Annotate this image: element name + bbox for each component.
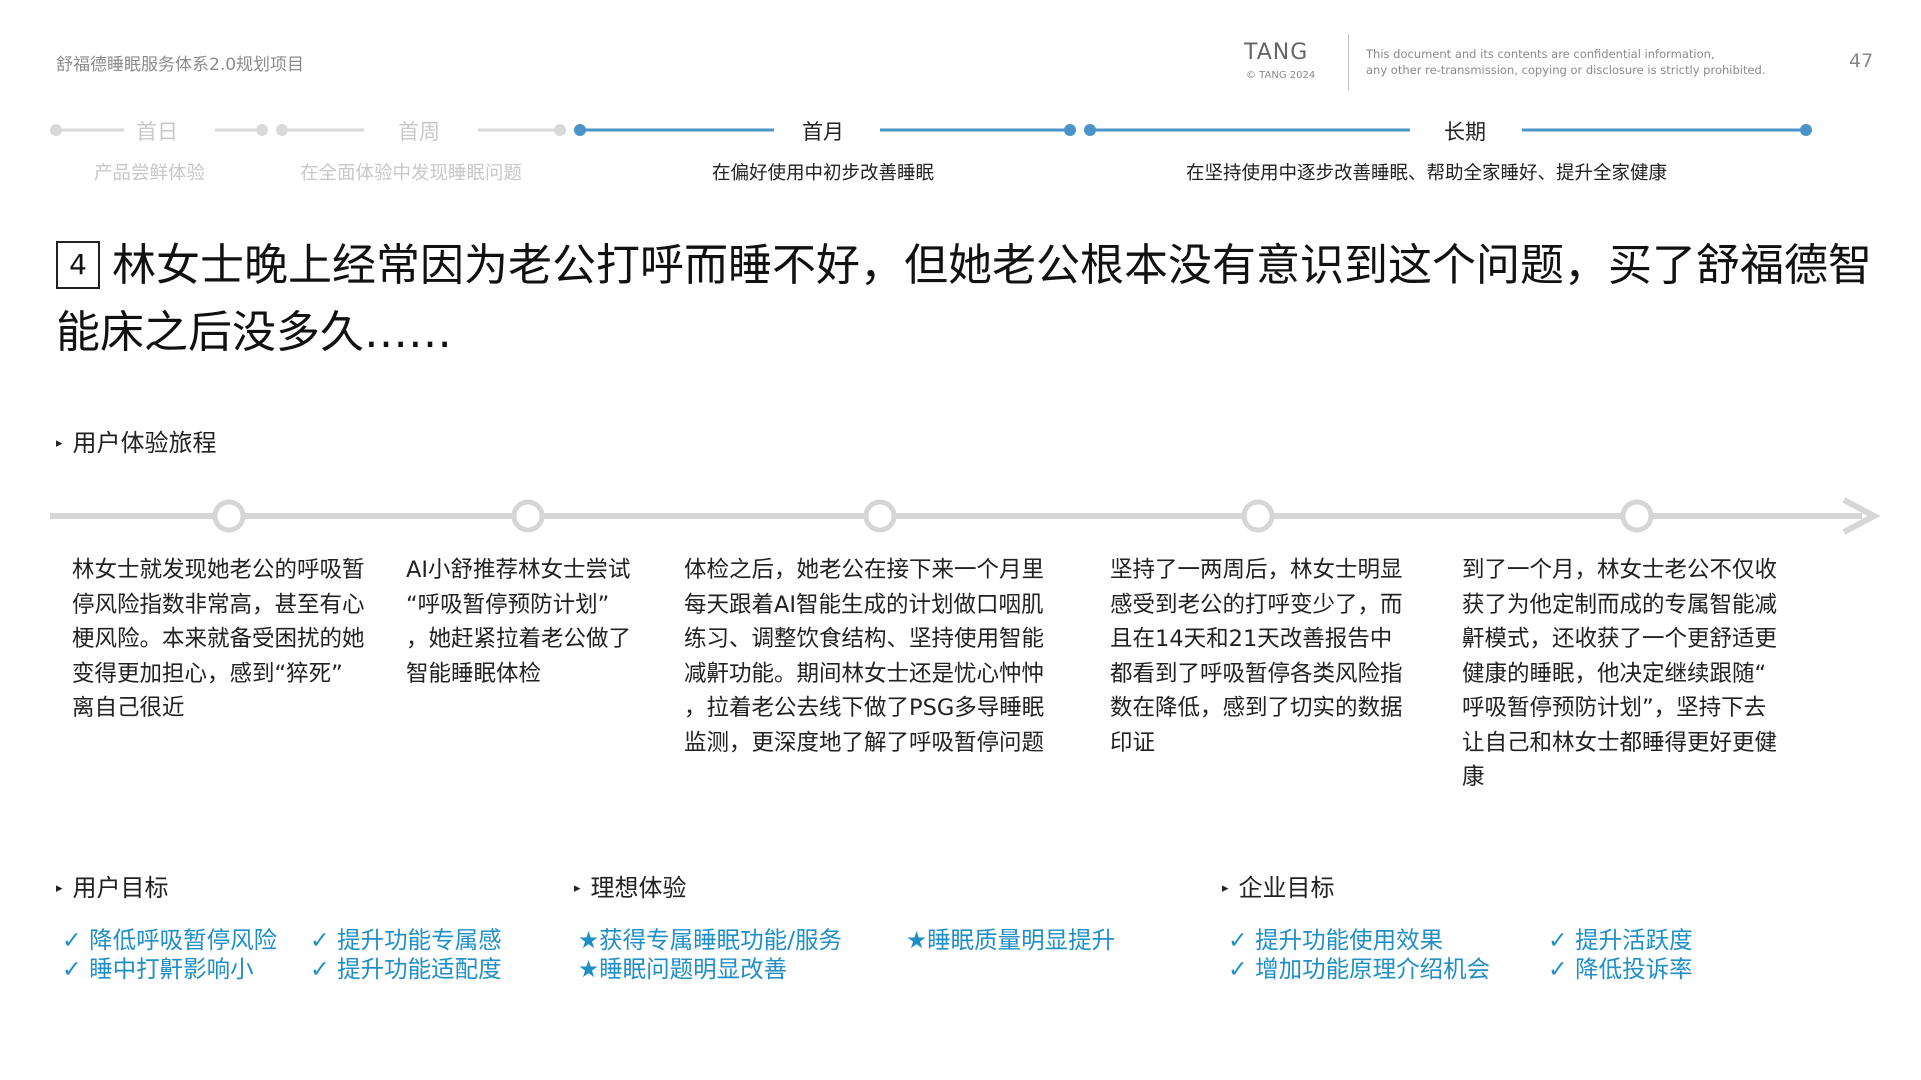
bullet-triangle-icon: ▸ [574,881,581,896]
confidential-line-2: any other re-transmission, copying or di… [1366,63,1766,77]
user-goal-item: ✓ 降低呼吸暂停风险 [62,926,278,954]
phase-progress-bar [50,124,1812,136]
journey-step-5: 到了一个月，林女士老公不仅收 获了为他定制而成的专属智能减 鼾模式，还收获了一个… [1462,553,1777,795]
user-goal-item: ✓ 睡中打鼾影响小 [62,955,254,983]
journey-step-line: 每天跟着AI智能生成的计划做口咽肌 [684,591,1044,618]
phase-label-first-day: 首日 [136,120,178,144]
journey-step-line: 且在14天和21天改善报告中 [1110,626,1393,652]
journey-step-line: 到了一个月，林女士老公不仅收 [1462,557,1778,583]
journey-step-line: “呼吸暂停预防计划” [406,591,610,618]
journey-step-1: 林女士就发现她老公的呼吸暂 停风险指数非常高，甚至有心 梗风险。本来就备受困扰的… [72,553,365,726]
journey-timeline [50,497,1881,535]
confidential-notice: This document and its contents are confi… [1366,46,1766,78]
timeline-node [1241,499,1275,533]
phase-node [50,124,62,136]
phase-node [256,124,268,136]
user-goals-title: ▸ 用户目标 [56,868,169,903]
phase-node [1800,124,1812,136]
journey-step-line: 感受到老公的打呼变少了，而 [1110,591,1403,618]
timeline-node [212,499,246,533]
journey-step-line: ，拉着老公去线下做了PSG多导睡眠 [684,695,1045,721]
journey-section-title: ▸ 用户体验旅程 [56,423,217,458]
timeline-node [511,499,545,533]
user-goal-item: ✓ 提升功能专属感 [310,926,502,954]
journey-step-line: 健康的睡眠，他决定继续跟随“ [1462,660,1767,687]
journey-title-text: 用户体验旅程 [72,429,217,457]
journey-step-line: 停风险指数非常高，甚至有心 [72,591,365,618]
journey-step-line: 练习、调整饮食结构、坚持使用智能 [684,626,1045,652]
journey-step-line: 梗风险。本来就备受困扰的她 [72,626,365,652]
journey-step-line: 康 [1462,764,1485,790]
ideal-experience-title: ▸ 理想体验 [574,868,687,903]
journey-step-line: 减鼾功能。期间林女士还是忧心忡忡 [684,660,1045,687]
enterprise-goal-item: ✓ 提升功能使用效果 [1228,926,1444,954]
journey-step-2: AI小舒推荐林女士尝试 “呼吸暂停预防计划” ，她赶紧拉着老公做了 智能睡眠体检 [406,553,631,691]
phase-label-long-term: 长期 [1444,120,1486,144]
header-divider [1348,34,1349,90]
bullet-triangle-icon: ▸ [56,436,63,451]
journey-step-line: 印证 [1110,729,1156,756]
brand-logo: TANG [1244,40,1309,65]
scenario-title: 林女士晚上经常因为老公打呼而睡不好，但她老公根本没有意识到这个问题，买了舒福德智… [56,240,1872,358]
page-number: 47 [1849,50,1874,72]
journey-step-line: AI小舒推荐林女士尝试 [406,557,631,583]
journey-step-line: 监测，更深度地了解了呼吸暂停问题 [684,729,1045,756]
project-title: 舒福德睡眠服务体系2.0规划项目 [56,55,305,75]
phase-sub-first-month: 在偏好使用中初步改善睡眠 [712,163,935,184]
journey-step-line: 鼾模式，还收获了一个更舒适更 [1462,626,1778,652]
scenario-heading: 4 林女士晚上经常因为老公打呼而睡不好，但她老公根本没有意识到这个问题，买了舒福德… [56,232,1886,366]
enterprise-goal-item: ✓ 增加功能原理介绍机会 [1228,955,1491,983]
phase-node [276,124,288,136]
phase-node [1084,124,1096,136]
journey-step-line: 离自己很近 [72,695,185,721]
ideal-experience-item: ★获得专属睡眠功能/服务 [578,926,842,954]
enterprise-goals-title: ▸ 企业目标 [1222,868,1335,903]
scenario-number-badge: 4 [56,241,100,289]
journey-step-line: 变得更加担心，感到“猝死” [72,660,343,687]
enterprise-goal-item: ✓ 降低投诉率 [1548,955,1693,983]
phase-node [554,124,566,136]
ideal-experience-item: ★睡眠质量明显提升 [906,926,1116,954]
journey-step-3: 体检之后，她老公在接下来一个月里 每天跟着AI智能生成的计划做口咽肌 练习、调整… [684,553,1044,760]
journey-step-line: 数在降低，感到了切实的数据 [1110,695,1403,721]
timeline-node [1620,499,1654,533]
ideal-experience-item: ★睡眠问题明显改善 [578,955,788,983]
journey-step-4: 坚持了一两周后，林女士明显 感受到老公的打呼变少了，而 且在14天和21天改善报… [1110,553,1403,760]
phase-sub-first-week: 在全面体验中发现睡眠问题 [300,163,523,184]
journey-step-line: 体检之后，她老公在接下来一个月里 [684,557,1045,583]
bullet-triangle-icon: ▸ [1222,881,1229,896]
journey-step-line: 坚持了一两周后，林女士明显 [1110,557,1403,583]
user-goals-title-text: 用户目标 [72,874,169,902]
journey-step-line: 智能睡眠体检 [406,660,542,687]
journey-step-line: 获了为他定制而成的专属智能减 [1462,591,1778,618]
bullet-triangle-icon: ▸ [56,881,63,896]
phase-sub-long-term: 在坚持使用中逐步改善睡眠、帮助全家睡好、提升全家健康 [1186,163,1668,184]
ideal-experience-title-text: 理想体验 [590,874,687,902]
timeline-node [863,499,897,533]
phase-node [574,124,586,136]
journey-step-line: ，她赶紧拉着老公做了 [406,626,632,652]
phase-label-first-month: 首月 [802,120,844,144]
enterprise-goals-title-text: 企业目标 [1238,874,1335,902]
journey-step-line: 林女士就发现她老公的呼吸暂 [72,557,365,583]
journey-step-line: 呼吸暂停预防计划”，坚持下去 [1462,695,1767,721]
phase-label-first-week: 首周 [398,120,440,144]
journey-step-line: 让自己和林女士都睡得更好更健 [1462,729,1778,756]
brand-copyright: © TANG 2024 [1246,70,1316,81]
enterprise-goal-item: ✓ 提升活跃度 [1548,926,1693,954]
confidential-line-1: This document and its contents are confi… [1366,47,1715,61]
journey-step-line: 都看到了呼吸暂停各类风险指 [1110,660,1403,687]
phase-sub-first-day: 产品尝鲜体验 [94,163,206,184]
phase-node [1064,124,1076,136]
user-goal-item: ✓ 提升功能适配度 [310,955,502,983]
